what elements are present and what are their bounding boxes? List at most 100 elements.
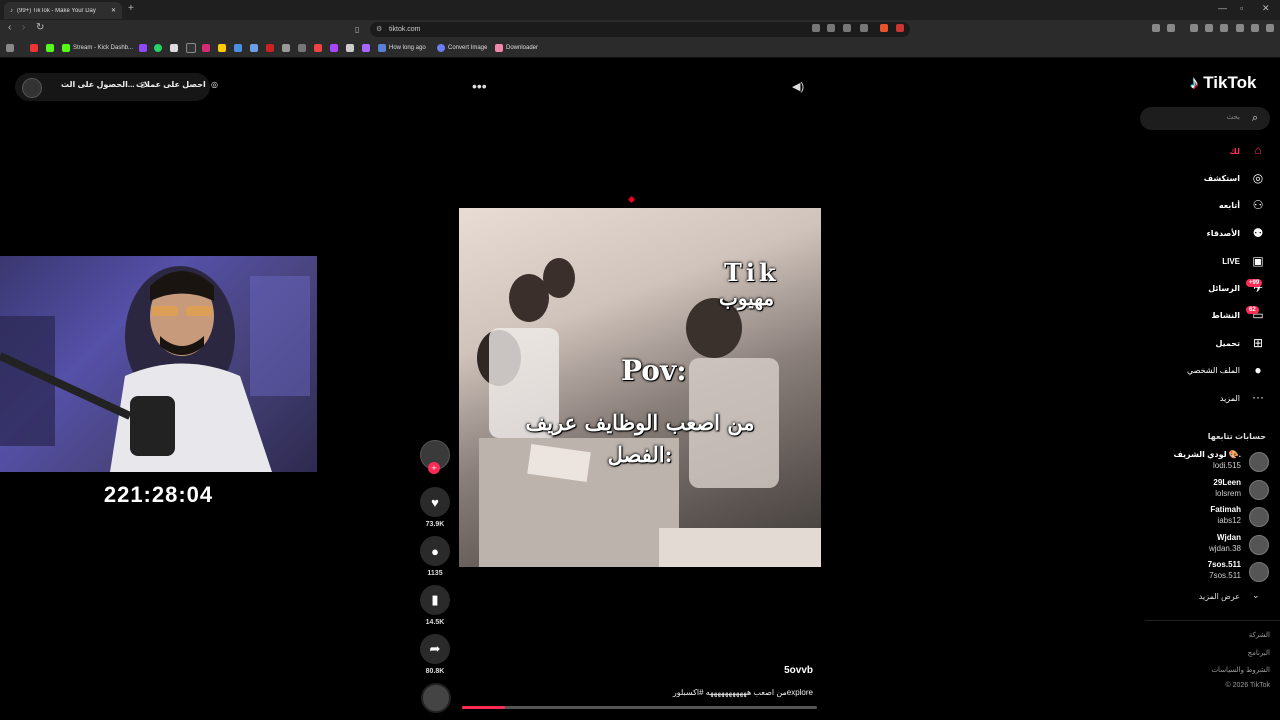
following-icon[interactable]: ⚇ — [1250, 198, 1266, 212]
forward-icon[interactable]: › — [22, 22, 25, 33]
nav-activity[interactable]: النشاط — [1150, 311, 1240, 320]
chevron-down-icon[interactable]: ⌄ — [1252, 590, 1260, 601]
nav-friends[interactable]: الأصدقاء — [1150, 229, 1240, 238]
more-icon[interactable]: ··· — [1250, 390, 1266, 404]
bookmark-twitch-icon[interactable] — [139, 43, 147, 53]
translate-icon[interactable] — [812, 24, 820, 32]
apps-icon[interactable] — [6, 43, 14, 53]
music-disc-icon[interactable] — [421, 683, 451, 713]
bookmark-icon[interactable] — [218, 43, 226, 53]
bookmark-tiktok-icon[interactable] — [186, 43, 196, 53]
site-info-icon[interactable]: ⚙ — [376, 25, 382, 33]
extension-icon[interactable] — [1152, 24, 1160, 32]
like-button[interactable]: ♥ — [420, 487, 450, 517]
home-icon[interactable]: ⌂ — [1250, 143, 1266, 157]
bookmark-convert-image[interactable]: Convert Image — [437, 43, 487, 53]
bookmark-icon[interactable] — [250, 43, 258, 53]
reload-icon[interactable]: ↻ — [36, 22, 44, 33]
vpn-icon[interactable] — [1251, 24, 1259, 32]
friends-icon[interactable]: ⚉ — [1250, 226, 1266, 240]
footer-terms-link[interactable]: الشروط والسياسات — [1150, 666, 1270, 674]
get-app-button[interactable]: الحصول على الت... ▯ — [61, 80, 145, 89]
nav-live[interactable]: LIVE — [1150, 257, 1240, 266]
back-icon[interactable]: ‹ — [8, 22, 11, 33]
footer-program-link[interactable]: البرنامج — [1150, 649, 1270, 657]
tiktok-logo[interactable]: ♪ TikTok — [1190, 73, 1256, 93]
bookmark-icon[interactable] — [330, 43, 338, 53]
cast-icon[interactable] — [843, 24, 851, 32]
nav-messages[interactable]: الرسائل — [1150, 284, 1240, 293]
bookmark-x-icon[interactable] — [170, 43, 178, 53]
extensions-icon[interactable] — [1236, 24, 1244, 32]
live-icon[interactable]: ▣ — [1250, 254, 1266, 268]
account-avatar[interactable] — [1249, 480, 1269, 500]
wallet-icon[interactable] — [1220, 24, 1228, 32]
account-name[interactable]: Wjdan — [1150, 533, 1241, 542]
account-name[interactable]: لودي الشريف 🎨. — [1150, 450, 1241, 459]
extension-icon[interactable] — [1167, 24, 1175, 32]
account-handle[interactable]: lolsrem — [1150, 489, 1241, 498]
nav-for-you[interactable]: لك — [1150, 147, 1240, 156]
account-handle[interactable]: 7sos.511 — [1150, 571, 1241, 580]
bookmark-icon[interactable] — [282, 43, 290, 53]
nav-more[interactable]: المزيد — [1150, 394, 1240, 403]
account-handle[interactable]: iabs12 — [1150, 516, 1241, 525]
search-icon[interactable]: ⌕ — [1252, 112, 1258, 125]
account-name[interactable]: 29Leen — [1150, 478, 1241, 487]
bookmark-icon[interactable] — [346, 43, 354, 53]
brave-shield-icon[interactable] — [880, 24, 888, 32]
close-window-icon[interactable]: ✕ — [1262, 3, 1270, 14]
nav-upload[interactable]: تحميل — [1150, 339, 1240, 348]
browser-tab[interactable]: ♪ (99+) TikTok - Make Your Day ✕ — [4, 2, 122, 19]
minimize-icon[interactable]: — — [1218, 3, 1227, 13]
profile-icon[interactable]: ● — [1250, 363, 1266, 377]
maximize-icon[interactable]: ▫ — [1240, 3, 1243, 13]
bookmark-icon[interactable] — [362, 43, 370, 53]
follow-plus-icon[interactable]: + — [428, 462, 440, 474]
new-tab-icon[interactable]: + — [128, 3, 134, 14]
bookmark-page-icon[interactable]: ▯ — [355, 25, 359, 34]
bookmark-icon[interactable] — [30, 43, 38, 53]
volume-icon[interactable]: ◀) — [792, 80, 804, 93]
share-button[interactable]: ➦ — [420, 634, 450, 664]
account-avatar[interactable] — [1249, 452, 1269, 472]
video-progress-track[interactable] — [462, 706, 817, 709]
video-player[interactable]: Tik مهيوب Pov: من اصعب الوظايف عريف الفص… — [459, 208, 821, 567]
bookmark-icon[interactable] — [234, 43, 242, 53]
bookmark-whatsapp-icon[interactable] — [154, 43, 162, 53]
share-icon[interactable] — [860, 24, 868, 32]
account-avatar[interactable] — [1249, 562, 1269, 582]
bookmark-icon[interactable] — [266, 43, 274, 53]
footer-company-link[interactable]: الشركة — [1150, 631, 1270, 639]
nav-following[interactable]: أتابعه — [1150, 201, 1240, 210]
media-icon[interactable] — [1190, 24, 1198, 32]
save-button[interactable]: ▮ — [420, 585, 450, 615]
bookmark-icon[interactable] — [298, 43, 306, 53]
nav-profile[interactable]: الملف الشخصي — [1150, 366, 1240, 375]
comment-button[interactable]: ● — [420, 536, 450, 566]
bookmark-kick-icon[interactable] — [46, 43, 54, 53]
bookmark-instagram-icon[interactable] — [202, 43, 210, 53]
rewards-icon[interactable] — [896, 24, 904, 32]
bookmark-how-long-ago[interactable]: How long ago — [378, 43, 426, 53]
account-avatar[interactable] — [1249, 535, 1269, 555]
bookmark-downloader[interactable]: Downloader — [495, 43, 538, 53]
user-avatar[interactable] — [22, 78, 42, 98]
zoom-icon[interactable] — [827, 24, 835, 32]
bookmark-icon[interactable] — [314, 43, 322, 53]
bookmark-kick-stream[interactable]: Stream - Kick Dashb... — [62, 43, 133, 53]
compass-icon[interactable]: ◎ — [1250, 171, 1266, 185]
sidebar-icon[interactable] — [1205, 24, 1213, 32]
account-handle[interactable]: lodi.515 — [1150, 461, 1241, 470]
account-handle[interactable]: wjdan.38 — [1150, 544, 1241, 553]
nav-explore[interactable]: استكشف — [1150, 174, 1240, 183]
account-name[interactable]: 7sos.511 — [1150, 560, 1241, 569]
get-coins-button[interactable]: احصل على عملات ◎ — [136, 80, 218, 89]
post-username[interactable]: 5ovvb — [760, 665, 813, 676]
close-tab-icon[interactable]: ✕ — [111, 7, 116, 14]
menu-icon[interactable] — [1266, 24, 1274, 32]
account-avatar[interactable] — [1249, 507, 1269, 527]
more-options-icon[interactable]: ••• — [472, 78, 487, 94]
account-name[interactable]: Fatimah — [1150, 505, 1241, 514]
upload-icon[interactable]: ⊞ — [1250, 336, 1266, 350]
